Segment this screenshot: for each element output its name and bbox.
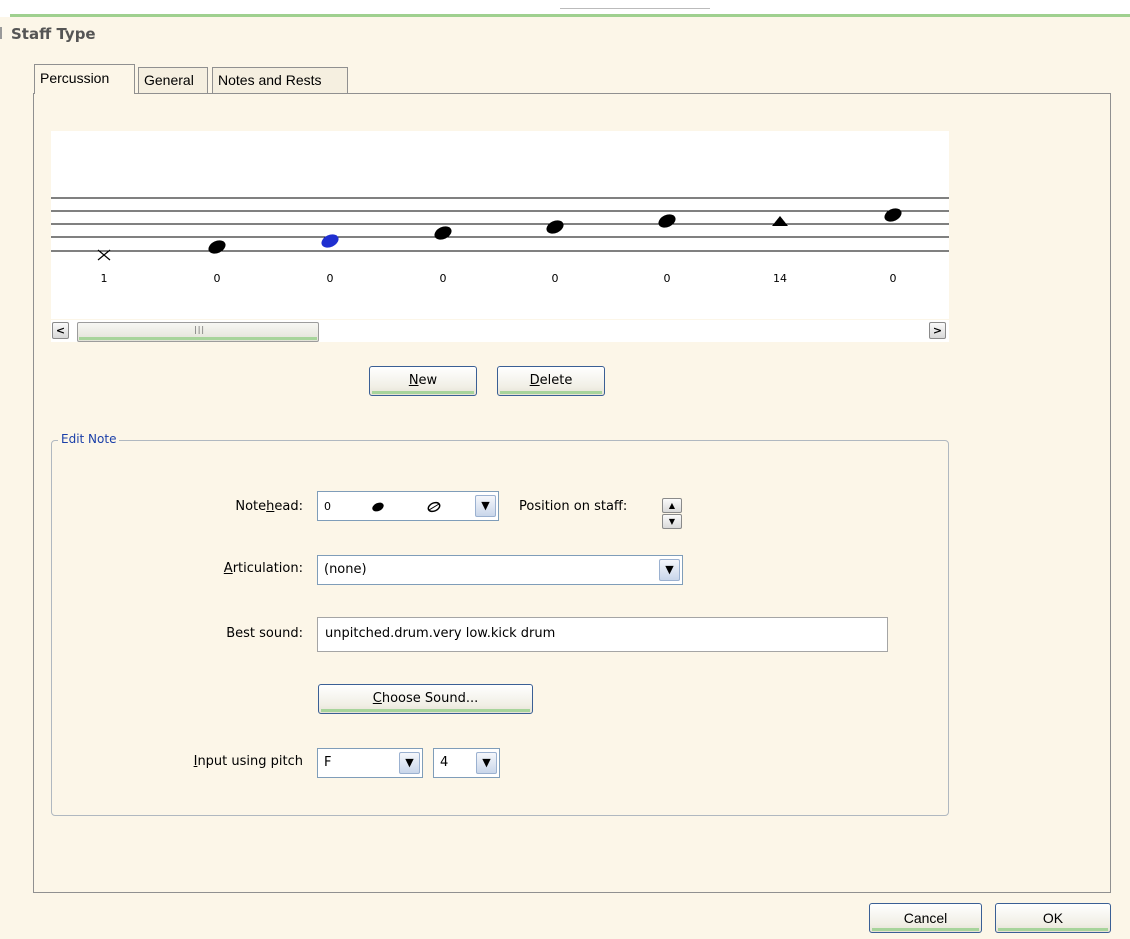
- cancel-button-accent: [872, 928, 979, 931]
- tab-percussion[interactable]: Percussion: [34, 64, 135, 94]
- pitch-select[interactable]: F ▼: [317, 748, 423, 778]
- filled-notehead[interactable]: [432, 224, 453, 242]
- new-label: ew: [418, 373, 438, 388]
- notehead-value: 0: [324, 500, 331, 513]
- tab-general[interactable]: General: [138, 67, 208, 93]
- percussion-staff-view[interactable]: 1 0 0 0 0 0 14 0: [51, 131, 949, 319]
- position-stepper[interactable]: ▲ ▼: [662, 498, 682, 530]
- note-label: 0: [890, 272, 897, 285]
- ok-button-accent: [998, 928, 1108, 931]
- filled-notehead[interactable]: [206, 238, 227, 256]
- articulation-select[interactable]: (none) ▼: [317, 555, 683, 585]
- delete-access-key: D: [529, 373, 540, 388]
- window-edge-mark: [0, 27, 6, 39]
- best-sound-value: unpitched.drum.very low.kick drum: [325, 626, 556, 641]
- filled-notehead[interactable]: [882, 206, 903, 224]
- note-label: 0: [552, 272, 559, 285]
- input-using-pitch-label: Input using pitch: [193, 754, 303, 769]
- octave-select[interactable]: 4 ▼: [433, 748, 500, 778]
- scroll-grip: |||: [194, 325, 206, 334]
- scroll-right-button[interactable]: >: [929, 322, 946, 339]
- window-edge-fragment: [560, 0, 710, 9]
- chevron-down-icon[interactable]: ▼: [475, 495, 496, 517]
- filled-notehead[interactable]: [656, 212, 677, 230]
- note-label: 0: [214, 272, 221, 285]
- new-button[interactable]: New: [369, 366, 477, 396]
- octave-value: 4: [440, 755, 449, 770]
- notehead-preview-icons: [372, 501, 441, 513]
- delete-button[interactable]: Delete: [497, 366, 605, 396]
- pitch-value: F: [324, 755, 332, 770]
- selected-notehead[interactable]: [319, 232, 340, 250]
- delete-label: elete: [539, 373, 573, 388]
- chevron-down-icon[interactable]: ▼: [476, 752, 497, 774]
- scroll-thumb[interactable]: |||: [77, 322, 319, 342]
- staff-lines: [51, 197, 949, 252]
- choose-sound-button[interactable]: Choose Sound...: [318, 684, 533, 714]
- staff-type-dialog: Staff Type Percussion General Notes and …: [0, 17, 1130, 939]
- best-sound-field[interactable]: unpitched.drum.very low.kick drum: [317, 617, 888, 652]
- new-access-key: N: [408, 373, 419, 388]
- note-label: 1: [101, 272, 108, 285]
- note-label: 0: [440, 272, 447, 285]
- stepper-up-icon[interactable]: ▲: [662, 498, 682, 513]
- triangle-notehead[interactable]: [772, 216, 788, 226]
- best-sound-label: Best sound:: [226, 626, 303, 641]
- new-button-accent: [372, 391, 474, 394]
- scroll-left-button[interactable]: <: [52, 322, 69, 339]
- note-label: 0: [327, 272, 334, 285]
- filled-notehead[interactable]: [544, 218, 565, 236]
- tab-notes-and-rests[interactable]: Notes and Rests: [212, 67, 348, 93]
- staff-canvas[interactable]: 1 0 0 0 0 0 14 0: [51, 131, 949, 319]
- chevron-down-icon[interactable]: ▼: [399, 752, 420, 774]
- cancel-button[interactable]: Cancel: [869, 903, 982, 933]
- choose-sound-accent: [321, 709, 530, 712]
- chevron-down-icon[interactable]: ▼: [659, 559, 680, 581]
- staff-scrollbar[interactable]: < ||| >: [51, 320, 949, 342]
- edit-note-legend: Edit Note: [58, 432, 120, 446]
- filled-notehead-icon: [372, 502, 384, 512]
- notehead-label: Notehead:: [235, 499, 303, 514]
- ok-label: OK: [1042, 910, 1064, 926]
- ok-button[interactable]: OK: [995, 903, 1111, 933]
- note-label: 14: [773, 272, 787, 285]
- delete-button-accent: [500, 391, 602, 394]
- stepper-down-icon[interactable]: ▼: [662, 514, 682, 529]
- title-bar-strip: [0, 0, 1130, 17]
- cancel-label: Cancel: [903, 910, 948, 926]
- notehead-select[interactable]: 0 ▼: [317, 491, 499, 521]
- dialog-title: Staff Type: [11, 25, 96, 43]
- note-label: 0: [664, 272, 671, 285]
- position-on-staff-label: Position on staff:: [519, 499, 628, 514]
- articulation-label: Articulation:: [223, 561, 303, 576]
- scroll-thumb-accent: [79, 337, 317, 340]
- articulation-value: (none): [324, 562, 367, 577]
